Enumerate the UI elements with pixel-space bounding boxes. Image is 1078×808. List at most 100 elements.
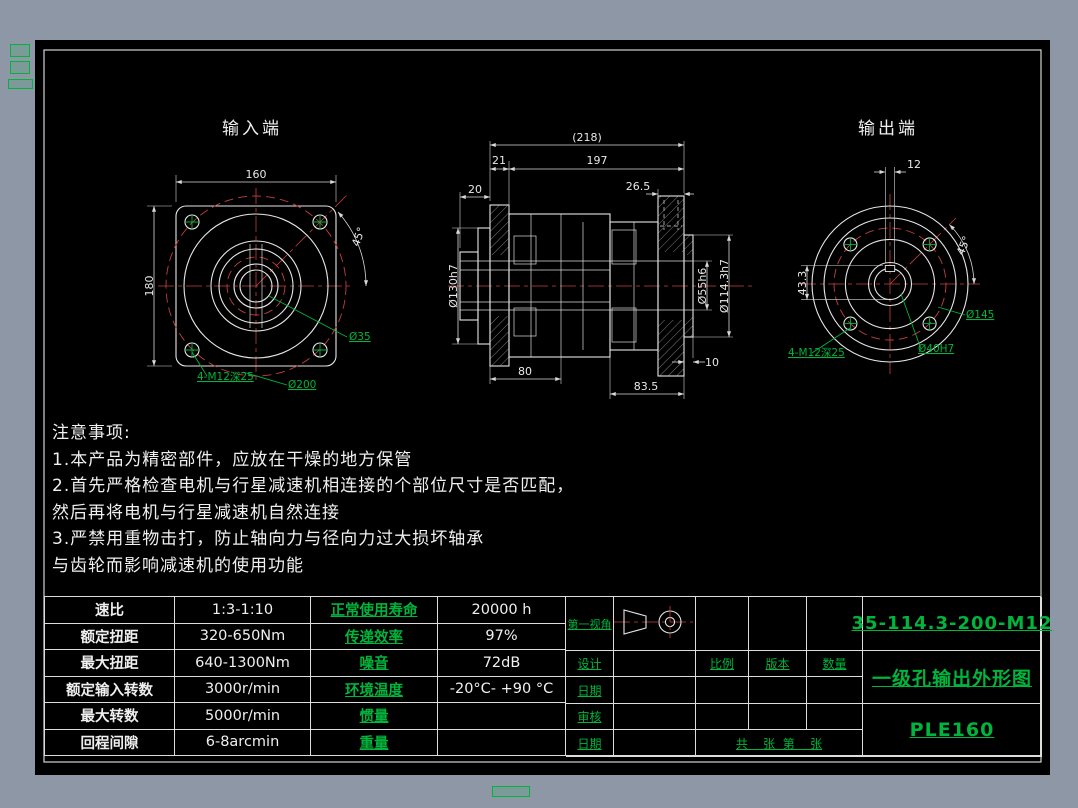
dim-label: 10 bbox=[705, 356, 719, 369]
blank-cell bbox=[749, 597, 807, 651]
date-label: 日期 bbox=[577, 735, 601, 752]
view-title-input: 输入端 bbox=[222, 119, 282, 139]
output-end-view: 12 43.3 45° 4-M12深25 Ø40H7 Ø145 输出端 bbox=[788, 119, 994, 374]
cad-viewer-screen: { "colors": { "app_background": "#8d97a6… bbox=[0, 0, 1078, 808]
note-line: 3.严禁用重物击打，防止轴向力与径向力过大损坏轴承 bbox=[52, 526, 574, 553]
part-code-cell: 35-114.3-200-M12 bbox=[863, 597, 1042, 651]
notes-title: 注意事项: bbox=[52, 420, 574, 447]
table-row: 最大扭距 640-1300Nm 噪音 72dB bbox=[45, 650, 566, 677]
spec-label: 最大扭距 bbox=[45, 650, 175, 677]
callout-bore: Ø35 bbox=[349, 331, 371, 343]
input-end-view: 160 180 45° 4-M12深25 Ø200 Ø35 输入端 bbox=[143, 119, 371, 391]
dim-label: 80 bbox=[518, 365, 532, 378]
spec-value: 20000 h bbox=[438, 597, 566, 624]
blank-cell bbox=[614, 677, 696, 704]
keyway bbox=[885, 266, 894, 272]
version-label: 版本 bbox=[765, 655, 789, 672]
dim-label: 20 bbox=[468, 183, 482, 196]
viewer-badge[interactable] bbox=[10, 44, 30, 57]
quantity-label: 数量 bbox=[822, 655, 846, 672]
spec-value: 3000r/min bbox=[175, 676, 311, 703]
viewer-badge[interactable] bbox=[10, 61, 30, 74]
blank-cell bbox=[696, 677, 749, 704]
spec-value: 5000r/min bbox=[175, 703, 311, 730]
spec-value: 320-650Nm bbox=[175, 623, 311, 650]
table-row: 回程间隙 6-8arcmin 重量 bbox=[45, 729, 566, 756]
viewer-tab-marker[interactable] bbox=[492, 786, 530, 797]
dim-label: 83.5 bbox=[634, 380, 659, 393]
callout-bolts: 4-M12深25 bbox=[788, 347, 845, 359]
part-code: 35-114.3-200-M12 bbox=[852, 613, 1053, 634]
spec-label: 回程间隙 bbox=[45, 729, 175, 756]
spec-value: 97% bbox=[438, 623, 566, 650]
drawing-title-cell: 一级孔输出外形图 bbox=[863, 651, 1042, 704]
spec-table: 速比 1:3-1:10 正常使用寿命 20000 h 额定扭距 320-650N… bbox=[44, 596, 566, 756]
note-line: 1.本产品为精密部件，应放在干燥的地方保管 bbox=[52, 447, 574, 474]
dim-label: Ø130h7 bbox=[447, 264, 460, 308]
date-label: 日期 bbox=[577, 682, 601, 699]
dim-label: 160 bbox=[246, 168, 267, 181]
table-row: 最大转数 5000r/min 惯量 bbox=[45, 703, 566, 730]
blank-cell bbox=[749, 677, 807, 704]
section-view: (218) 21 197 20 26.5 Ø130h7 Ø55h6 Ø114.3… bbox=[447, 131, 752, 399]
spec-value bbox=[438, 703, 566, 730]
table-row: 速比 1:3-1:10 正常使用寿命 20000 h bbox=[45, 597, 566, 624]
spec-label: 额定扭距 bbox=[45, 623, 175, 650]
spec-value: 6-8arcmin bbox=[175, 729, 311, 756]
blank-cell bbox=[807, 704, 863, 730]
spec-value bbox=[438, 729, 566, 756]
note-line: 然后再将电机与行星减速机自然连接 bbox=[52, 500, 574, 527]
design-cell: 设计 bbox=[566, 651, 614, 677]
model-number: PLE160 bbox=[910, 719, 995, 741]
dim-label: Ø55h6 bbox=[696, 268, 709, 305]
dim-label: 21 bbox=[492, 154, 506, 167]
spec-label: 噪音 bbox=[311, 650, 438, 677]
spec-label: 额定输入转数 bbox=[45, 676, 175, 703]
table-row: 额定输入转数 3000r/min 环境温度 -20°C- +90 °C bbox=[45, 676, 566, 703]
spec-label: 惯量 bbox=[311, 703, 438, 730]
blank-cell bbox=[749, 704, 807, 730]
callout-bolt-circle: Ø200 bbox=[288, 379, 316, 391]
spec-label: 正常使用寿命 bbox=[311, 597, 438, 624]
blank-cell bbox=[614, 651, 696, 677]
date-cell: 日期 bbox=[566, 677, 614, 704]
spec-label: 速比 bbox=[45, 597, 175, 624]
title-block: 第一视角 设计 比例 版本 数量 日期 审核 日期 共 张 第 张 35-114… bbox=[565, 596, 1041, 756]
dim-label: 43.3 bbox=[796, 271, 809, 296]
callout-bolt-circle: Ø145 bbox=[966, 309, 994, 321]
blank-cell bbox=[614, 730, 696, 757]
spec-label: 重量 bbox=[311, 729, 438, 756]
review-cell: 审核 bbox=[566, 704, 614, 730]
blank-cell bbox=[696, 704, 749, 730]
dim-label: 26.5 bbox=[626, 180, 651, 193]
sheets-cell: 共 张 第 张 bbox=[696, 730, 863, 757]
note-line: 2.首先严格检查电机与行星减速机相连接的个部位尺寸是否匹配， bbox=[52, 473, 574, 500]
spec-value: 1:3-1:10 bbox=[175, 597, 311, 624]
dim-label: 197 bbox=[587, 154, 608, 167]
spec-label: 环境温度 bbox=[311, 676, 438, 703]
quantity-cell: 数量 bbox=[807, 651, 863, 677]
scale-label: 比例 bbox=[710, 655, 734, 672]
drawing-title: 一级孔输出外形图 bbox=[872, 664, 1032, 691]
design-label: 设计 bbox=[577, 655, 601, 672]
dim-label: 45° bbox=[954, 234, 973, 257]
notes-block: 注意事项: 1.本产品为精密部件，应放在干燥的地方保管 2.首先严格检查电机与行… bbox=[52, 420, 574, 579]
review-label: 审核 bbox=[577, 708, 601, 725]
dim-label: Ø114.3h7 bbox=[718, 259, 731, 313]
table-row: 额定扭距 320-650Nm 传递效率 97% bbox=[45, 623, 566, 650]
spec-value: 72dB bbox=[438, 650, 566, 677]
viewer-badge[interactable] bbox=[8, 79, 33, 89]
model-cell: PLE160 bbox=[863, 704, 1042, 757]
blank-cell bbox=[696, 597, 749, 651]
projection-label: 第一视角 bbox=[568, 616, 612, 632]
blank-cell bbox=[614, 704, 696, 730]
note-line: 与齿轮而影响减速机的使用功能 bbox=[52, 553, 574, 580]
spec-label: 最大转数 bbox=[45, 703, 175, 730]
blank-cell bbox=[807, 677, 863, 704]
dim-label: (218) bbox=[572, 131, 602, 144]
spec-label: 传递效率 bbox=[311, 623, 438, 650]
projection-symbol-cell bbox=[614, 597, 696, 651]
dim-label: 12 bbox=[907, 158, 921, 171]
dim-label: 45° bbox=[349, 225, 368, 248]
projection-label-cell: 第一视角 bbox=[566, 597, 614, 651]
